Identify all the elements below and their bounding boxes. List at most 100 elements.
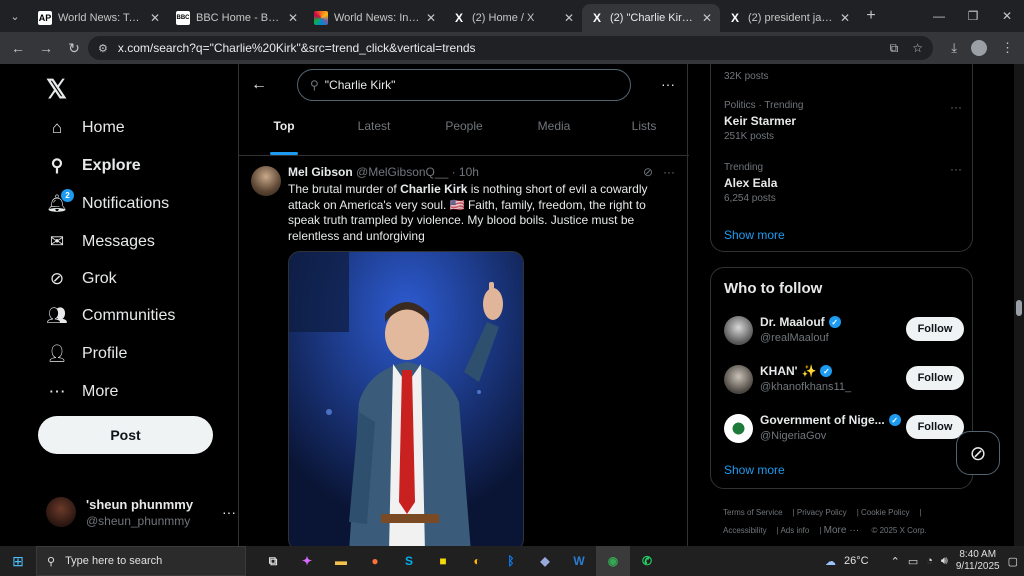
volume-icon[interactable]: 🔊︎ (941, 555, 948, 568)
download-icon[interactable]: ⤓ (951, 40, 957, 56)
tweet-image[interactable] (288, 251, 524, 546)
tweet-time[interactable]: · 10h (452, 165, 479, 179)
tab-latest[interactable]: Latest (329, 112, 419, 155)
more-options-icon[interactable]: ··· (661, 76, 675, 92)
network-icon[interactable]: ◔ (926, 555, 933, 567)
browser-tab[interactable]: AP World News: Top & B ✕ (30, 4, 168, 32)
skype-icon[interactable]: S (392, 546, 426, 576)
file-explorer-icon[interactable]: ▬ (324, 546, 358, 576)
browser-tab[interactable]: World News: Internat ✕ (306, 4, 444, 32)
bluetooth-icon[interactable]: ᛒ (494, 546, 528, 576)
nav-item-messages[interactable]: ✉ Messages (46, 226, 155, 258)
tweet-author-name[interactable]: Mel Gibson (288, 165, 353, 179)
more-options-icon[interactable]: ··· (950, 162, 962, 176)
minimize-icon[interactable]: — (922, 0, 956, 32)
tab-close-icon[interactable]: ✕ (840, 11, 850, 25)
taskbar-search-input[interactable]: ⚲ Type here to search (36, 546, 246, 576)
footer-link[interactable]: Terms of Service (723, 508, 783, 517)
x-logo-icon[interactable]: 𝕏 (46, 74, 67, 105)
sticky-notes-icon[interactable]: ■ (426, 546, 460, 576)
search-icon: ⚲ (47, 555, 56, 568)
footer-link[interactable]: Privacy Policy (797, 508, 847, 517)
footer-link[interactable]: Cookie Policy (861, 508, 909, 517)
address-bar[interactable]: ⚙ x.com/search?q="Charlie%20Kirk"&src=tr… (88, 36, 933, 60)
nav-item-home[interactable]: ⌂ Home (46, 112, 125, 144)
copilot-icon[interactable]: ✦ (290, 546, 324, 576)
grok-icon[interactable]: ⊘ (643, 165, 653, 179)
scrollbar-thumb[interactable] (1016, 300, 1022, 316)
follow-button[interactable]: Follow (906, 366, 964, 390)
firefox-icon[interactable]: ● (358, 546, 392, 576)
show-more-link[interactable]: Show more (724, 228, 785, 242)
tab-close-icon[interactable]: ✕ (150, 11, 160, 25)
tab-close-icon[interactable]: ✕ (702, 11, 712, 25)
tab-media[interactable]: Media (509, 112, 599, 155)
restore-icon[interactable]: ❐ (956, 0, 990, 32)
browser-tab[interactable]: X (2) president javier m ✕ (720, 4, 858, 32)
grok-floating-button[interactable]: ⊘ (956, 431, 1000, 475)
follow-suggestion[interactable]: Government of Nige... ✓ @NigeriaGov Follo… (724, 411, 964, 447)
page-scrollbar[interactable] (1014, 64, 1024, 546)
nav-item-communities[interactable]: 👥︎ Communities (46, 300, 175, 332)
install-app-icon[interactable]: ⧉ (890, 41, 899, 56)
footer-link[interactable]: Ads info (780, 526, 809, 535)
clock[interactable]: 8:40 AM 9/11/2025 (956, 549, 1000, 573)
footer-link[interactable]: Accessibility (723, 526, 767, 535)
bookmark-star-icon[interactable]: ☆ (912, 41, 923, 56)
trend-item[interactable]: 32K posts (724, 68, 964, 82)
app-icon[interactable]: ◆ (528, 546, 562, 576)
windows-start-icon[interactable]: ⊞ (0, 553, 36, 570)
battery-icon[interactable]: ▭ (908, 555, 918, 568)
forward-arrow-icon[interactable]: → (32, 40, 60, 56)
weather-app-icon[interactable]: ◐ (460, 546, 494, 576)
new-tab-button[interactable]: + (858, 7, 884, 25)
post-button[interactable]: Post (38, 416, 213, 454)
profile-avatar[interactable] (971, 40, 987, 56)
reload-icon[interactable]: ↻ (60, 40, 88, 57)
follow-button[interactable]: Follow (906, 415, 964, 439)
back-arrow-icon[interactable]: ← (4, 40, 32, 56)
tweet-author-handle[interactable]: @MelGibsonQ__ (356, 165, 448, 179)
close-window-icon[interactable]: ✕ (990, 0, 1024, 32)
search-icon: ⚲ (310, 78, 319, 92)
search-input[interactable]: ⚲ "Charlie Kirk" (297, 69, 631, 101)
chevron-up-icon[interactable]: ⌃ (891, 555, 900, 568)
tab-close-icon[interactable]: ✕ (288, 11, 298, 25)
tab-people[interactable]: People (419, 112, 509, 155)
weather-cloud-icon[interactable]: ☁ (825, 555, 836, 568)
browser-tab[interactable]: X (2) Home / X ✕ (444, 4, 582, 32)
more-options-icon[interactable]: ··· (950, 100, 962, 114)
browser-tab-active[interactable]: X (2) "Charlie Kirk" - Se ✕ (582, 4, 720, 32)
tab-search-button[interactable]: ⌄ (0, 0, 30, 32)
tab-lists[interactable]: Lists (599, 112, 689, 155)
nav-item-notifications[interactable]: 🔔︎ 2 Notifications (46, 188, 169, 220)
word-icon[interactable]: W (562, 546, 596, 576)
follow-suggestion[interactable]: KHAN' ✨ ✓ @khanofkhans11_ Follow (724, 362, 964, 398)
site-settings-icon[interactable]: ⚙ (98, 42, 108, 55)
trend-item[interactable]: Trending Alex Eala 6,254 posts ··· (724, 162, 964, 204)
account-switcher[interactable]: 'sheun phunmmy @sheun_phunmmy ··· (46, 494, 236, 530)
chrome-icon[interactable]: ◉ (596, 546, 630, 576)
nav-item-profile[interactable]: 👤︎ Profile (46, 338, 127, 370)
tab-close-icon[interactable]: ✕ (426, 11, 436, 25)
trend-item[interactable]: Politics · Trending Keir Starmer 251K po… (724, 100, 964, 142)
nav-item-explore[interactable]: ⚲ Explore (46, 150, 141, 182)
tab-top[interactable]: Top (239, 112, 329, 155)
avatar[interactable] (251, 166, 281, 196)
nav-item-grok[interactable]: ⊘ Grok (46, 263, 117, 295)
weather-temp[interactable]: 26°C (844, 555, 869, 567)
follow-button[interactable]: Follow (906, 317, 964, 341)
tweet[interactable]: Mel Gibson @MelGibsonQ__ · 10h ⊘ ··· The… (239, 156, 689, 546)
whatsapp-icon[interactable]: ✆ (630, 546, 664, 576)
tab-close-icon[interactable]: ✕ (564, 11, 574, 25)
show-more-link[interactable]: Show more (724, 463, 785, 477)
browser-tab[interactable]: BBC BBC Home - Breaking ✕ (168, 4, 306, 32)
nav-item-more[interactable]: ⋯ More (46, 376, 119, 408)
back-arrow-icon[interactable]: ← (251, 76, 267, 94)
browser-menu-icon[interactable]: ⋮ (1001, 40, 1014, 56)
footer-more-link[interactable]: More ··· (824, 525, 860, 536)
task-view-icon[interactable]: ⧉ (256, 546, 290, 576)
notifications-icon[interactable]: ▢ (1008, 555, 1018, 568)
more-options-icon[interactable]: ··· (663, 165, 675, 179)
follow-suggestion[interactable]: Dr. Maalouf ✓ @realMaalouf Follow (724, 313, 964, 349)
